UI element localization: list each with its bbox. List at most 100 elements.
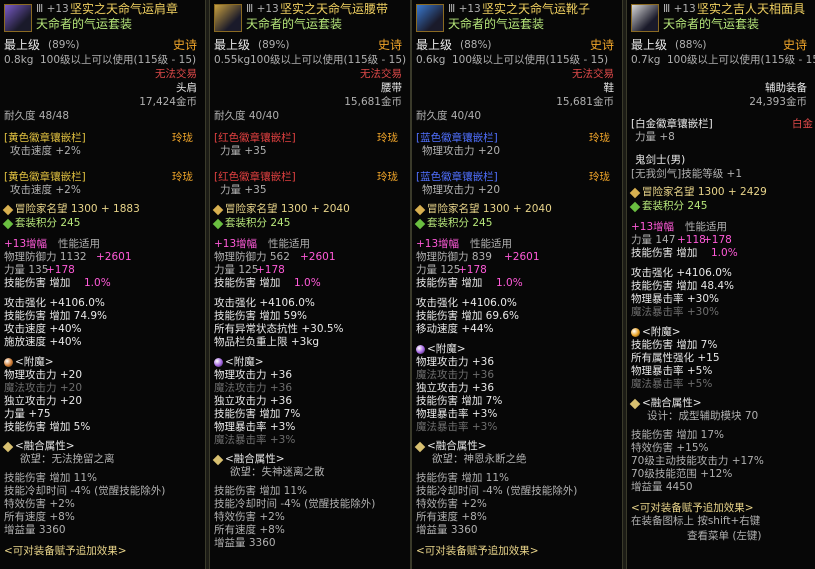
enchant-stat: 独立攻击力 +20 [4,395,82,407]
item-tier: 最上级 [631,38,668,52]
fusion-name: 设计：成型辅助模块 70 [647,410,759,422]
skill-damage-value: 1.0% [711,247,738,259]
item-weight: 0.6kg [416,54,446,66]
fusion-stat: 增益量 4450 [631,481,693,493]
enchant-stat: 魔法攻击力 +20 [4,382,82,394]
adventure-fame: 冒险家名望 1300 + 1883 [15,203,140,215]
socket-stat: 力量 +35 [220,145,267,157]
item-icon[interactable] [4,4,32,32]
enchant-stat: 物理攻击力 +36 [214,369,292,381]
enchant-stat: 独立攻击力 +36 [214,395,292,407]
fusion-stat: 特效伤害 +2% [214,511,285,523]
level-requirement: 100级以上可以使用(115级 - 15) [667,54,815,66]
item-icon[interactable] [631,4,659,32]
amplify-word: 增幅 [653,221,674,233]
socket-label: [蓝色徽章镶嵌栏] [416,171,498,183]
adventure-fame: 冒险家名望 1300 + 2040 [225,203,350,215]
socket-label: [黄色徽章镶嵌栏] [4,171,86,183]
fusion-name: 欲望：失神迷离之散 [230,466,325,478]
fusion-stat: 所有速度 +8% [416,511,487,523]
rarity: 史诗 [782,38,807,52]
physical-defense-bonus: +2601 [504,251,540,263]
item-stat: 魔法暴击率 +30% [631,306,719,318]
enchant-orb-icon [416,345,425,354]
durability: 耐久度 48/48 [4,110,70,122]
durability: 耐久度 40/40 [214,110,280,122]
fusion-stat: 70级主动技能攻击力 +17% [631,455,764,467]
equip-slot: 辅助装备 [765,82,807,94]
enchant-stat: 物理暴击率 +3% [214,421,296,433]
enchant-stat: 物理攻击力 +36 [416,356,494,368]
socket-grade: 玲珑 [172,132,193,144]
enchant-stat: 技能伤害 增加 5% [4,421,91,433]
item-tier-badge: Ⅲ +13 [36,3,69,15]
enchant-stat: 技能伤害 增加 7% [631,339,718,351]
equip-slot: 鞋 [603,82,615,94]
enchant-header: <附魔> [15,356,54,368]
item-weight: 0.7kg [631,54,661,66]
item-tooltip-panel: Ⅲ +13 坚实之天命气运腰带 天命者的气运套装 最上级 (89%) 史诗 0.55kg 10… [210,0,410,569]
socket-grade: 玲珑 [172,171,193,183]
enchant-stat: 魔法暴击率 +3% [416,421,498,433]
socket-label: [蓝色徽章镶嵌栏] [416,132,498,144]
physical-defense-bonus: +2601 [300,251,336,263]
rarity: 史诗 [377,38,402,52]
socket-stat: 物理攻击力 +20 [422,184,500,196]
amplify-rest: 性能适用 [470,238,512,250]
fusion-stat: 70级技能范围 +12% [631,468,733,480]
item-stat: 攻击强化 +4106.0% [631,267,732,279]
amplify-word: 增幅 [26,238,47,250]
fusion-stat: 所有速度 +8% [214,524,285,536]
enchant-stat: 魔法暴击率 +3% [214,434,296,446]
skill-damage-label: 技能伤害 增加 [631,247,698,259]
level-requirement: 100级以上可以使用(115级 - 15) [250,54,407,66]
enchant-header: <附魔> [642,326,681,338]
amplify-rest: 性能适用 [685,221,727,233]
item-tier: 最上级 [214,38,251,52]
amplify-level: +13 [4,238,27,250]
fusion-icon [629,398,641,410]
item-tier: 最上级 [416,38,453,52]
set-name: 天命者的气运套装 [246,17,343,31]
socket-skill: 鬼剑士(男) [635,154,686,166]
item-stat: 移动速度 +44% [416,323,494,335]
item-stat: 攻击强化 +4106.0% [4,297,105,309]
shift-right-click-hint: 在装备图标上 按shift+右键 [631,515,761,527]
item-price: 24,393金币 [749,96,807,108]
enchant-stat: 技能伤害 增加 7% [416,395,503,407]
fusion-stat: 增益量 3360 [416,524,478,536]
item-icon[interactable] [214,4,242,32]
enchant-stat: 力量 +75 [4,408,51,420]
item-title: 坚实之天命气运肩章 [70,2,179,16]
fusion-header: <融合属性> [225,453,285,465]
equip-slot: 腰带 [381,82,402,94]
fusion-icon [2,441,14,453]
skill-damage-value: 1.0% [84,277,111,289]
tooltip-stage: Ⅲ +13 坚实之天命气运肩章 天命者的气运套装 最上级 (89%) 史诗 0.8kg 100… [0,0,815,569]
item-price: 15,681金币 [344,96,402,108]
physical-defense: 物理防御力 839 [416,251,492,263]
rarity: 史诗 [589,38,614,52]
enchant-header: <附魔> [427,343,466,355]
fusion-stat: 增益量 3360 [4,524,66,536]
socket-grade: 玲珑 [377,171,398,183]
trade-status: 无法交易 [155,68,197,80]
item-tooltip-panel: Ⅲ +13 坚实之吉人天相面具 天命者的气运套装 最上级 (88%) 史诗 0.7kg 100… [627,0,815,569]
socket-skill-detail: [无我剑气]技能等级 +1 [631,168,743,180]
socket-grade: 玲珑 [589,171,610,183]
set-points: 套装积分 245 [15,217,81,229]
item-icon[interactable] [416,4,444,32]
amplify-rest: 性能适用 [58,238,100,250]
physical-defense: 物理防御力 562 [214,251,290,263]
enchant-stat: 所有属性强化 +15 [631,352,720,364]
trade-status: 无法交易 [360,68,402,80]
set-points: 套装积分 245 [427,217,493,229]
skill-damage-label: 技能伤害 增加 [4,277,71,289]
add-effect-hint: <可对装备赋予追加效果> [631,502,754,514]
enchant-orb-icon [631,328,640,337]
socket-label: [白金徽章镶嵌栏] [631,118,713,130]
item-stat: 技能伤害 增加 48.4% [631,280,735,292]
fusion-stat: 技能伤害 增加 11% [4,472,98,484]
item-stat: 施放速度 +40% [4,336,82,348]
adventure-fame: 冒险家名望 1300 + 2040 [427,203,552,215]
